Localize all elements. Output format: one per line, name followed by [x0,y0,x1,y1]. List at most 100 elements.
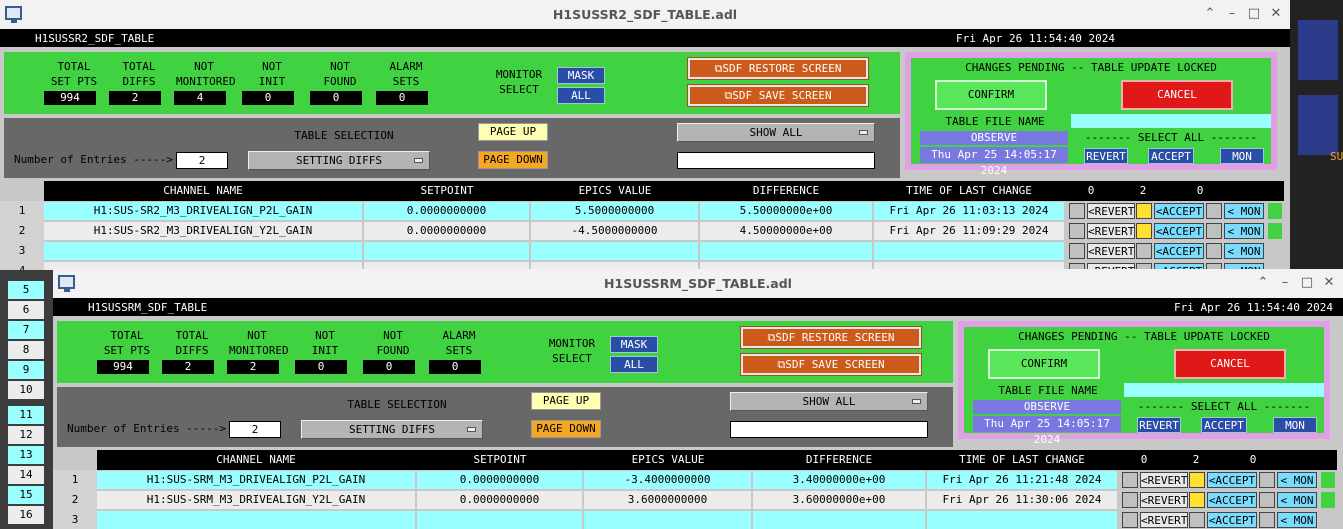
confirm-button[interactable]: CONFIRM [935,80,1047,110]
mon-all-button[interactable]: MON [1273,417,1317,433]
epics-value-cell: 5.5000000000 [531,202,698,220]
table-row: 1 H1:SUS-SRM_M3_DRIVEALIGN_P2L_GAIN 0.00… [53,470,1343,490]
revert-all-button[interactable]: REVERT [1137,417,1181,433]
title-bar[interactable]: H1SUSSR2_SDF_TABLE.adl ⌃ – □ ✕ [0,0,1290,29]
column-header: SETPOINT [420,184,474,197]
column-header: 2 [1139,184,1147,197]
row-mon-button[interactable]: < MON [1224,223,1264,239]
setting-diffs-menu[interactable]: SETTING DIFFS [248,151,430,170]
accept-checkbox[interactable] [1136,223,1152,239]
table-row: 2 H1:SUS-SR2_M3_DRIVEALIGN_Y2L_GAIN 0.00… [0,221,1290,241]
stats-panel: TOTAL SET PTS 994 TOTAL DIFFS 2 NOT MONITORED 2 N… [57,321,953,383]
all-button[interactable]: ALL [610,356,658,373]
title-bar[interactable]: H1SUSSRM_SDF_TABLE.adl ⌃ – □ ✕ [53,269,1343,298]
mon-checkbox[interactable] [1259,472,1275,488]
row-revert-button[interactable]: <REVERT [1087,223,1135,239]
channel-name-cell: H1:SUS-SRM_M3_DRIVEALIGN_Y2L_GAIN [97,491,415,509]
close-icon[interactable]: ✕ [1321,275,1337,290]
row-mon-button[interactable]: < MON [1224,243,1264,259]
sdf-restore-screen-button[interactable]: ⧉SDF RESTORE SCREEN [687,57,869,80]
revert-checkbox[interactable] [1069,223,1085,239]
maximize-icon[interactable]: □ [1299,275,1315,290]
accept-all-button[interactable]: ACCEPT [1201,417,1247,433]
channel-name-cell: H1:SUS-SR2_M3_DRIVEALIGN_Y2L_GAIN [44,222,362,240]
setpoint-cell: 0.0000000000 [364,202,529,220]
sdf-restore-screen-button[interactable]: ⧉SDF RESTORE SCREEN [740,326,922,349]
accept-checkbox[interactable] [1189,472,1205,488]
cancel-button[interactable]: CANCEL [1121,80,1233,110]
column-header: DIFFERENCE [805,453,873,466]
row-revert-button[interactable]: <REVERT [1140,492,1188,508]
page-up-button[interactable]: PAGE UP [478,123,548,141]
row-revert-button[interactable]: <REVERT [1087,203,1135,219]
minimize-icon[interactable]: – [1224,6,1240,21]
filter-input[interactable] [677,152,875,169]
mon-checkbox[interactable] [1206,223,1222,239]
show-all-menu[interactable]: SHOW ALL [730,392,928,411]
setpoint-cell [364,242,529,260]
show-all-menu[interactable]: SHOW ALL [677,123,875,142]
difference-cell [700,242,872,260]
sdf-save-screen-button[interactable]: ⧉SDF SAVE SCREEN [687,84,869,107]
row-number: 15 [8,486,44,504]
time-cell [874,242,1064,260]
accept-all-button[interactable]: ACCEPT [1148,148,1194,164]
all-button[interactable]: ALL [557,87,605,104]
row-mon-button[interactable]: < MON [1277,472,1317,488]
revert-checkbox[interactable] [1069,243,1085,259]
page-down-button[interactable]: PAGE DOWN [531,420,601,438]
row-mon-button[interactable]: < MON [1277,492,1317,508]
mask-button[interactable]: MASK [610,336,658,353]
column-header: EPICS VALUE [578,184,652,197]
setpoint-cell: 0.0000000000 [417,471,582,489]
difference-cell [753,511,925,529]
table-file-name-field [1124,383,1324,397]
stat-value: 0 [295,360,347,374]
row-accept-button[interactable]: <ACCEPT [1207,472,1257,488]
chevron-up-icon[interactable]: ⌃ [1202,6,1218,21]
page-up-button[interactable]: PAGE UP [531,392,601,410]
revert-checkbox[interactable] [1122,472,1138,488]
difference-cell: 3.60000000e+00 [753,491,925,509]
row-number: 10 [8,381,44,399]
table-file-name-label: TABLE FILE NAME [945,115,1045,128]
row-status-indicator [1268,223,1282,239]
confirm-button[interactable]: CONFIRM [988,349,1100,379]
row-accept-button[interactable]: <ACCEPT [1154,223,1204,239]
row-revert-button[interactable]: <REVERT [1140,472,1188,488]
cancel-button[interactable]: CANCEL [1174,349,1286,379]
row-number: 9 [8,361,44,379]
row-number: 13 [8,446,44,464]
revert-all-button[interactable]: REVERT [1084,148,1128,164]
row-accept-button[interactable]: <ACCEPT [1154,243,1204,259]
row-accept-button[interactable]: <ACCEPT [1154,203,1204,219]
stat-label: NOT FOUND [323,60,357,88]
revert-checkbox[interactable] [1069,203,1085,219]
mask-button[interactable]: MASK [557,67,605,84]
row-number: 14 [8,466,44,484]
column-header: 2 [1192,453,1200,466]
accept-checkbox[interactable] [1136,203,1152,219]
mon-checkbox[interactable] [1206,203,1222,219]
menu-marker-icon [467,427,476,432]
row-revert-button[interactable]: <REVERT [1087,243,1135,259]
mon-checkbox[interactable] [1259,492,1275,508]
accept-checkbox[interactable] [1189,492,1205,508]
setting-diffs-menu[interactable]: SETTING DIFFS [301,420,483,439]
filter-input[interactable] [730,421,928,438]
select-all-label: ------- SELECT ALL ------- [1137,400,1311,413]
maximize-icon[interactable]: □ [1246,6,1262,21]
mon-checkbox[interactable] [1206,243,1222,259]
row-mon-button[interactable]: < MON [1224,203,1264,219]
sdf-save-screen-button[interactable]: ⧉SDF SAVE SCREEN [740,353,922,376]
page-down-button[interactable]: PAGE DOWN [478,151,548,169]
minimize-icon[interactable]: – [1277,275,1293,290]
chevron-up-icon[interactable]: ⌃ [1255,275,1271,290]
revert-checkbox[interactable] [1122,492,1138,508]
entries-value: 2 [176,152,228,169]
close-icon[interactable]: ✕ [1268,6,1284,21]
mon-all-button[interactable]: MON [1220,148,1264,164]
row-accept-button[interactable]: <ACCEPT [1207,492,1257,508]
accept-checkbox[interactable] [1136,243,1152,259]
row-number: 4 [0,261,44,270]
